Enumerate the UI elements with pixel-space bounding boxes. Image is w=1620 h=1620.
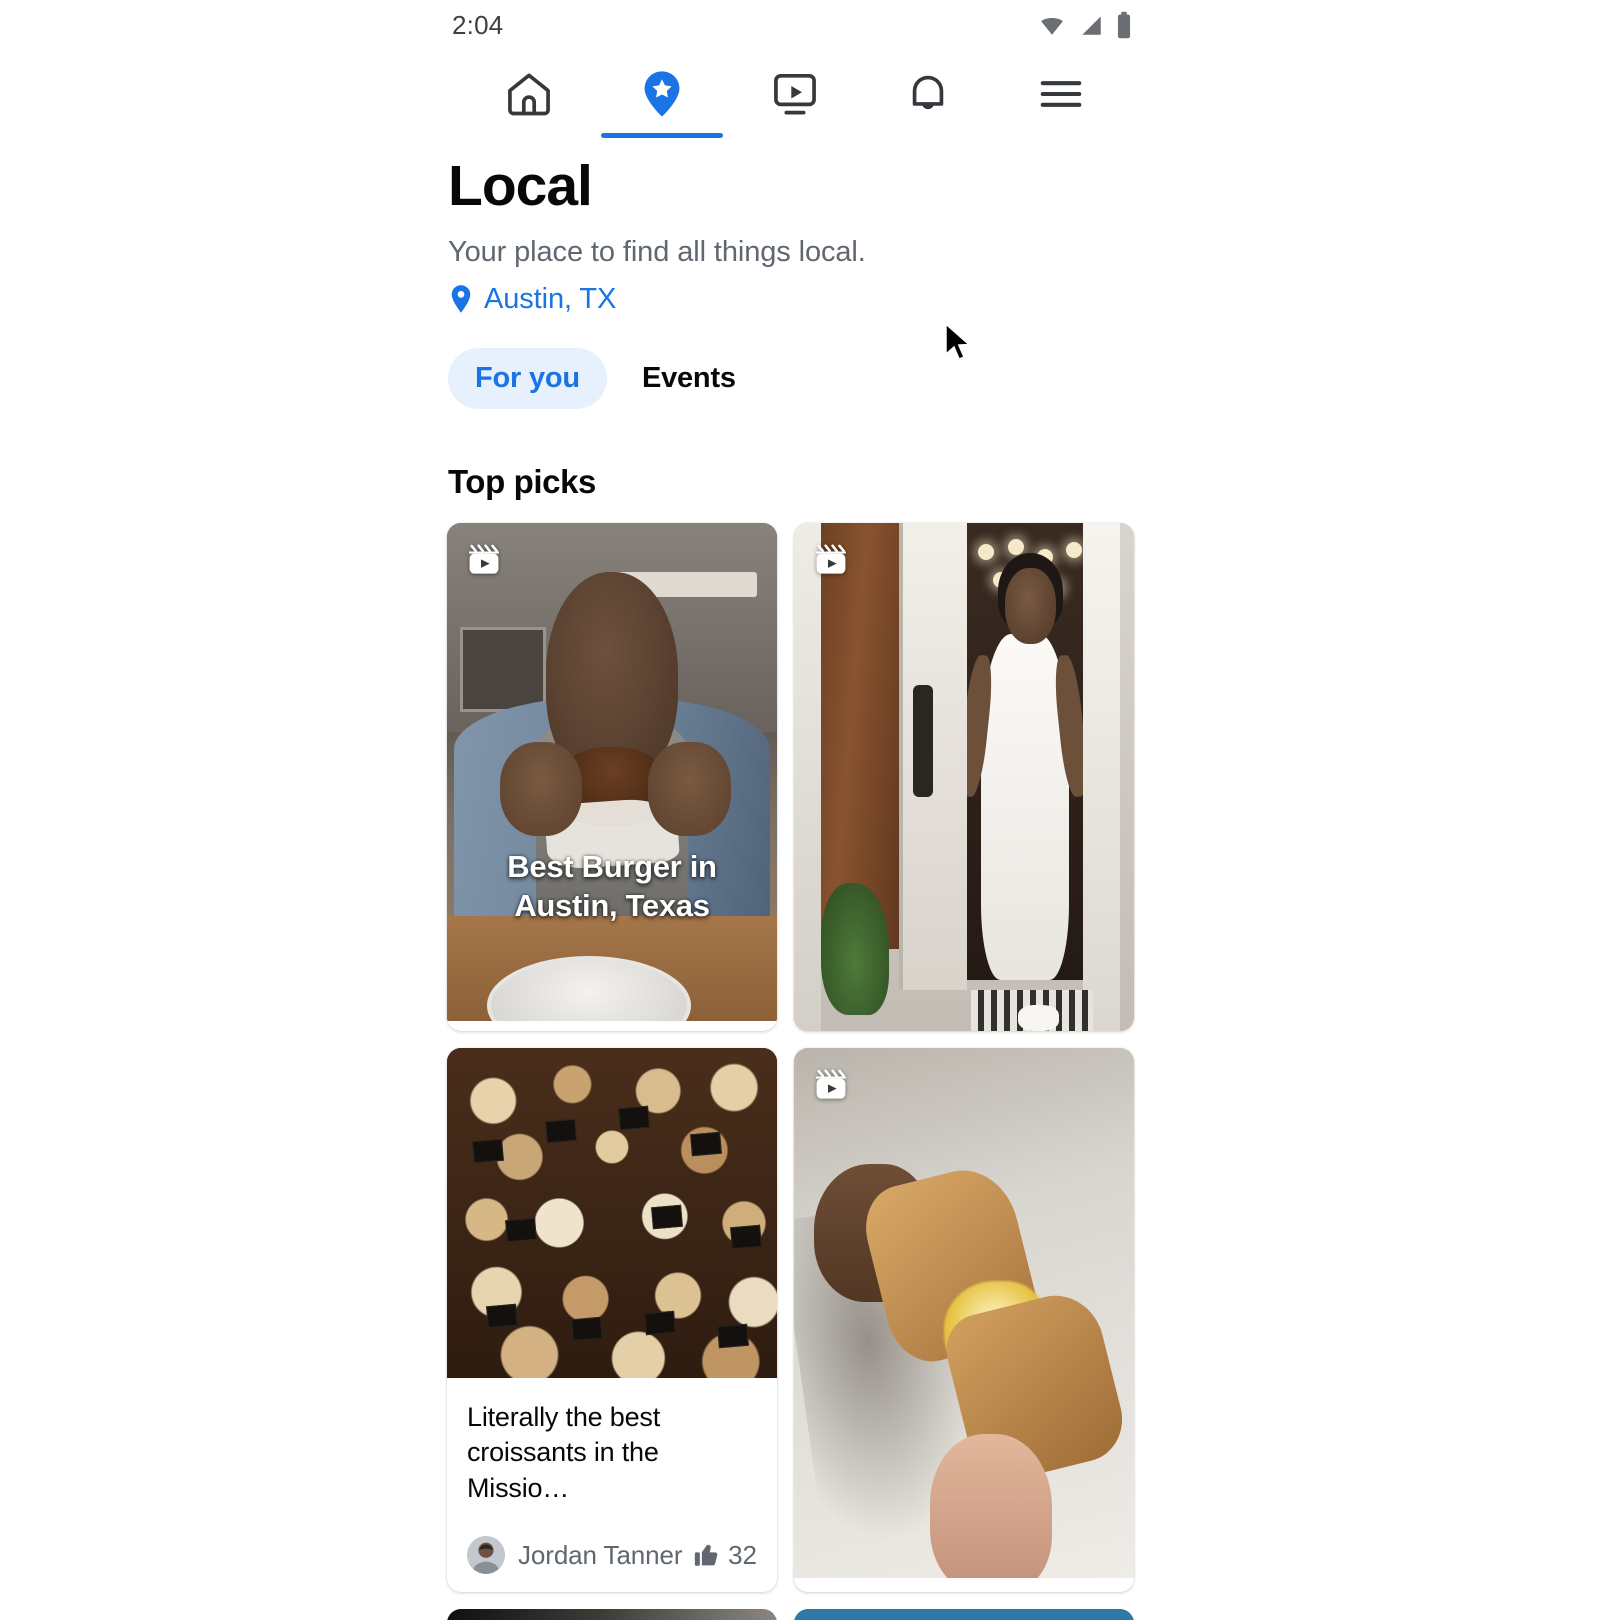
nav-tab-notifications[interactable]	[862, 50, 995, 138]
status-bar-icons	[1038, 11, 1132, 39]
card-doorway-media	[794, 522, 1134, 1031]
bell-icon	[912, 75, 944, 110]
caption-line-2: Austin, Texas	[514, 888, 710, 924]
next-card-right[interactable]	[794, 1609, 1134, 1620]
video-screen-icon	[774, 73, 816, 115]
chip-events[interactable]: Events	[615, 348, 763, 409]
section-title-top-picks: Top picks	[448, 462, 596, 500]
cellular-signal-icon	[1082, 16, 1101, 35]
phone-viewport: 2:04 Local Your place to find all things…	[440, 0, 1150, 1620]
card-grilled-cheese-image	[794, 1047, 1134, 1578]
card-grilled-cheese[interactable]	[794, 1047, 1134, 1593]
location-label: Austin, TX	[484, 282, 617, 315]
wifi-icon	[1041, 17, 1063, 35]
nav-tab-video[interactable]	[728, 50, 861, 138]
card-burger[interactable]: Best Burger in Austin, Texas	[447, 522, 777, 1031]
nav-tab-local[interactable]	[595, 50, 728, 138]
card-burger-overlay-caption: Best Burger in Austin, Texas	[447, 848, 777, 926]
nav-tab-menu[interactable]	[995, 50, 1128, 138]
card-croissants[interactable]: Literally the best croissants in the Mis…	[447, 1047, 777, 1593]
filter-chip-row: For you Events	[440, 347, 1150, 409]
home-icon	[507, 73, 550, 116]
card-croissants-author: Jordan Tanner	[518, 1539, 683, 1570]
reels-play-icon	[816, 1069, 846, 1099]
card-croissants-title: Literally the best croissants in the Mis…	[467, 1401, 661, 1503]
card-burger-media: Best Burger in Austin, Texas	[447, 522, 777, 1021]
page-subtitle: Your place to find all things local.	[448, 235, 866, 268]
card-croissants-media	[447, 1047, 777, 1378]
pastry-price-tags	[447, 1048, 777, 1378]
battery-icon	[1117, 11, 1131, 39]
top-picks-grid: Best Burger in Austin, Texas Literally t…	[440, 522, 1150, 1593]
left-background-gutter	[0, 0, 440, 1620]
card-doorway[interactable]	[794, 522, 1134, 1031]
chip-for-you[interactable]: For you	[448, 347, 607, 409]
next-cards-row-partial	[440, 1609, 1150, 1620]
hamburger-menu-icon	[1041, 81, 1082, 107]
card-burger-image	[447, 522, 777, 1021]
card-doorway-image	[794, 522, 1134, 1031]
card-croissants-image	[447, 1047, 777, 1378]
right-background-gutter	[1150, 0, 1620, 1620]
nav-tab-home[interactable]	[462, 50, 595, 138]
like-group[interactable]: 32	[693, 1540, 757, 1571]
page-title: Local	[448, 154, 593, 218]
caption-line-1: Best Burger in	[507, 849, 717, 885]
status-bar: 2:04	[440, 0, 1150, 50]
user-avatar	[467, 1536, 505, 1575]
location-pin-star-icon	[644, 71, 680, 117]
active-tab-underline	[600, 133, 723, 138]
like-count: 32	[728, 1539, 757, 1570]
reels-play-icon	[816, 544, 846, 574]
page-header: Local Your place to find all things loca…	[440, 138, 1150, 316]
top-navigation-bar	[440, 50, 1150, 138]
location-pin-icon	[451, 285, 471, 313]
reels-play-icon	[469, 544, 499, 574]
avatar[interactable]	[467, 1536, 505, 1575]
card-croissants-body: Literally the best croissants in the Mis…	[447, 1377, 777, 1593]
card-grilled-cheese-media	[794, 1047, 1134, 1578]
next-card-left[interactable]	[447, 1609, 777, 1620]
thumbs-up-icon	[694, 1545, 718, 1567]
location-selector[interactable]: Austin, TX	[448, 283, 1150, 316]
status-bar-clock: 2:04	[452, 9, 504, 40]
card-croissants-meta: Jordan Tanner 32	[467, 1536, 757, 1575]
